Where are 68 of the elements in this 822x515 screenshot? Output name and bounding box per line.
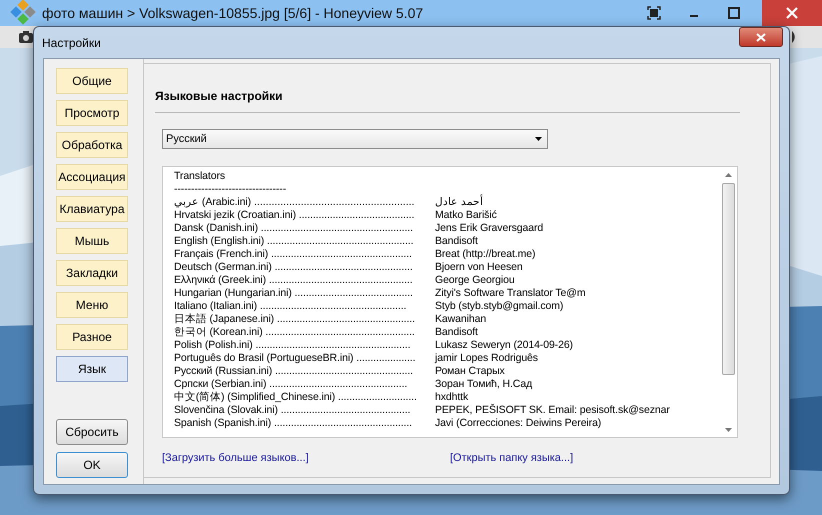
maximize-icon[interactable] (727, 6, 741, 20)
translator-name: Jens Erik Graversgaard (435, 222, 544, 235)
reset-button[interactable]: Сбросить (56, 419, 128, 445)
translator-name: Bjoern von Heesen (435, 261, 523, 274)
language-entry: Spanish (Spanish.ini) ................................................. (174, 417, 413, 430)
translator-name: Zityi's Software Translator Te@m (435, 287, 586, 300)
close-button[interactable] (762, 0, 822, 26)
link[interactable]: [Открыть папку языка...] (450, 452, 738, 464)
list-heading: Translators (174, 170, 226, 183)
language-entry: Ελληνικά (Greek.ini) ................................................... (174, 274, 414, 287)
app-logo-icon (8, 0, 38, 26)
section-title: Языковые настройки (155, 89, 284, 103)
translator-name: Kawanihan (435, 313, 486, 326)
language-entry: Русский (Russian.ini) ................................................. (174, 365, 414, 378)
close-icon (756, 32, 766, 42)
translator-name: George Georgiou (435, 274, 515, 287)
language-entry: Dansk (Danish.ini) ...................................................... (174, 222, 414, 235)
language-entry: Slovenčina (Slovak.ini) .............................................. (174, 404, 412, 417)
dropdown-arrow-icon (535, 137, 542, 141)
translator-name: Lukasz Seweryn (2014-09-26) (435, 339, 573, 352)
language-dropdown[interactable]: Русский (162, 129, 548, 149)
ok-button[interactable]: OK (56, 452, 128, 478)
language-entry: English (English.ini) .................................................... (174, 235, 414, 248)
language-entry: Hungarian (Hungarian.ini) .......................................... (174, 287, 414, 300)
language-entry: 한국어 (Korean.ini) ..................................................... (174, 326, 416, 339)
language-entry: 日本語 (Japanese.ini) ................................................. (174, 313, 416, 326)
translator-name: Breat (http://breat.me) (435, 248, 536, 261)
translator-name: Styb (styb.styb@gmail.com) (435, 300, 564, 313)
camera-icon[interactable] (18, 30, 34, 44)
scroll-up-icon[interactable] (725, 173, 732, 177)
separator-line: --------------------------------- (174, 183, 288, 196)
translator-name: Matko Barišić (435, 209, 497, 222)
language-entry: Српски (Serbian.ini) ................................................. (174, 378, 408, 391)
category-button[interactable]: Мышь (56, 228, 128, 254)
language-entry: عربي (Arabic.ini) ....................................................... (174, 196, 416, 209)
link[interactable]: [Загрузить больше языков...] (162, 452, 450, 464)
scroll-thumb[interactable] (722, 183, 735, 375)
category-button[interactable]: Просмотр (56, 100, 128, 126)
dialog-title: Настройки (42, 36, 102, 50)
translator-name: jamir Lopes Rodriguês (435, 352, 538, 365)
category-button[interactable]: Клавиатура (56, 196, 128, 222)
close-button[interactable] (739, 27, 783, 47)
category-button[interactable]: Общие (56, 68, 128, 94)
language-entry: Deutsch (German.ini) ................................................. (174, 261, 414, 274)
translator-name: Bandisoft (435, 326, 478, 339)
close-icon (785, 6, 799, 20)
category-button[interactable]: Ассоциация (56, 164, 128, 190)
category-button[interactable]: Разное (56, 324, 128, 350)
window-title: фото машин > Volkswagen-10855.jpg [5/6] - Honeyview 5.07 (42, 5, 424, 21)
category-button[interactable]: Меню (56, 292, 128, 318)
language-entry: Hrvatski jezik (Croatian.ini) ......................................... (174, 209, 416, 222)
fullscreen-icon[interactable] (647, 6, 661, 20)
translator-name: hxdhttk (435, 391, 468, 404)
language-entry: Français (French.ini) .................................................. (174, 248, 413, 261)
translator-name: Javi (Correcciones: Deiwins Pereira) (435, 417, 602, 430)
category-button[interactable]: Язык (56, 356, 128, 382)
language-entry: 中文(简体) (Simplified_Chinese.ini) ............................ (174, 391, 418, 404)
language-entry: Polish (Polish.ini) ....................................................... (174, 339, 412, 352)
translator-name: أحمد عادل (435, 196, 483, 209)
translator-name: PEPEK, PEŠISOFT SK. Email: pesisoft.sk@seznar (435, 404, 670, 417)
translator-name: Роман Старых (435, 365, 505, 378)
category-button[interactable]: Закладки (56, 260, 128, 286)
language-entry: Italiano (Italian.ini) .................................................... (174, 300, 408, 313)
translator-name: Bandisoft (435, 235, 478, 248)
category-button[interactable]: Обработка (56, 132, 128, 158)
scroll-down-icon[interactable] (725, 428, 732, 432)
language-entry: Português do Brasil (PortugueseBR.ini) ..................... (174, 352, 416, 365)
translator-name: Зоран Томић, Н.Сад (435, 378, 532, 391)
